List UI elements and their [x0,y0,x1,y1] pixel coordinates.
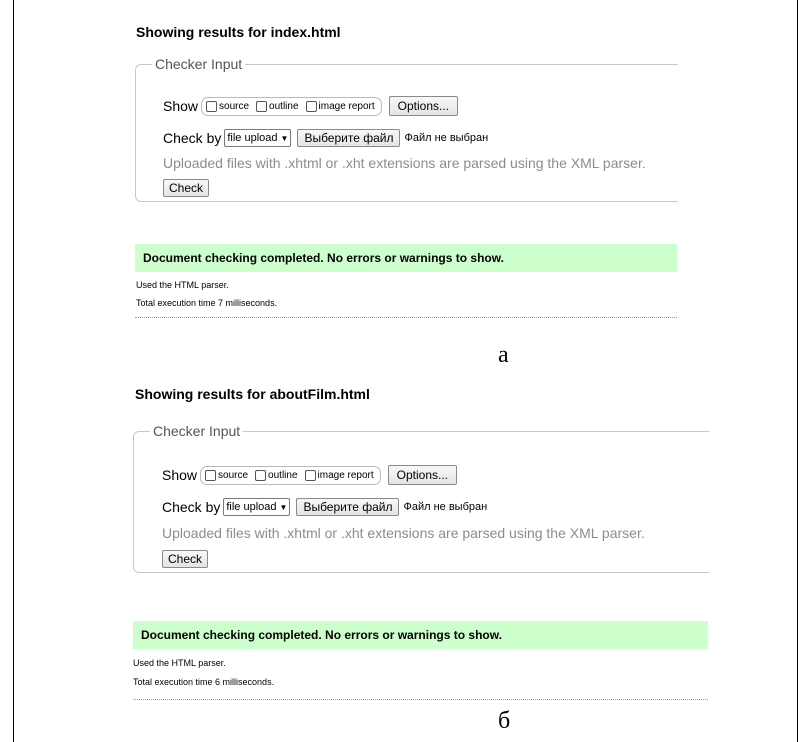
outline-label: outline [269,100,299,112]
check-by-select[interactable]: file upload ▼ [223,498,291,516]
image-report-option[interactable]: image report [304,469,374,481]
execution-time: Total execution time 6 milliseconds. [133,677,275,687]
source-label: source [219,100,250,112]
success-message: Document checking completed. No errors o… [133,621,708,649]
success-message: Document checking completed. No errors o… [135,244,677,272]
checker-input-fieldset: Checker Input Show source outline image … [135,56,678,202]
source-checkbox[interactable] [205,469,217,481]
parser-info: Used the HTML parser. [136,280,229,290]
options-button[interactable]: Options... [388,96,459,116]
xml-parser-note-row: Uploaded files with .xhtml or .xht exten… [162,525,645,541]
source-checkbox[interactable] [206,100,218,112]
check-by-select-value: file upload [226,501,277,513]
results-heading: Showing results for aboutFilm.html [135,386,370,402]
check-button-row: Check [163,179,210,197]
dotted-divider [135,317,677,318]
check-by-row: Check by file upload ▼ Выберите файл Фай… [162,498,487,516]
outline-checkbox[interactable] [255,469,267,481]
source-option[interactable]: source [205,469,249,481]
xml-parser-note: Uploaded files with .xhtml or .xht exten… [163,155,646,171]
caption-a: а [498,342,509,368]
outline-option[interactable]: outline [255,469,298,481]
dotted-divider [133,699,708,700]
results-heading: Showing results for index.html [136,24,341,40]
image-report-checkbox[interactable] [304,469,316,481]
image-report-option[interactable]: image report [305,100,375,112]
choose-file-button[interactable]: Выберите файл [296,498,400,516]
check-button[interactable]: Check [162,550,209,568]
show-row: Show source outline image report Options… [163,96,459,116]
show-options-group: source outline image report [200,465,381,485]
check-by-select[interactable]: file upload ▼ [224,129,292,147]
outline-label: outline [268,469,298,481]
source-label: source [218,469,249,481]
image-report-checkbox[interactable] [305,100,317,112]
checker-input-legend: Checker Input [155,56,243,72]
frame-right-border [797,0,798,742]
xml-parser-note-row: Uploaded files with .xhtml or .xht exten… [163,155,646,171]
source-option[interactable]: source [206,100,250,112]
check-by-label: Check by [163,130,222,146]
no-file-label: Файл не выбран [403,501,488,513]
check-by-row: Check by file upload ▼ Выберите файл Фай… [163,129,488,147]
check-button[interactable]: Check [163,179,210,197]
image-report-label: image report [317,469,374,481]
image-report-label: image report [318,100,375,112]
checker-input-fieldset: Checker Input Show source outline image … [133,423,709,573]
outline-option[interactable]: outline [256,100,299,112]
check-by-select-value: file upload [227,132,278,144]
choose-file-button[interactable]: Выберите файл [297,129,401,147]
frame-left-border [13,0,14,742]
checker-input-legend: Checker Input [153,423,241,439]
options-button[interactable]: Options... [387,465,458,485]
outline-checkbox[interactable] [256,100,268,112]
execution-time: Total execution time 7 milliseconds. [136,298,278,308]
parser-info: Used the HTML parser. [133,658,226,668]
show-label: Show [163,98,199,114]
chevron-down-icon: ▼ [280,133,289,143]
show-label: Show [162,467,198,483]
show-options-group: source outline image report [201,96,382,116]
check-by-label: Check by [162,499,221,515]
chevron-down-icon: ▼ [279,502,288,512]
check-button-row: Check [162,550,209,568]
show-row: Show source outline image report Options… [162,465,458,485]
xml-parser-note: Uploaded files with .xhtml or .xht exten… [162,525,645,541]
caption-b: б [498,708,511,734]
no-file-label: Файл не выбран [404,132,489,144]
